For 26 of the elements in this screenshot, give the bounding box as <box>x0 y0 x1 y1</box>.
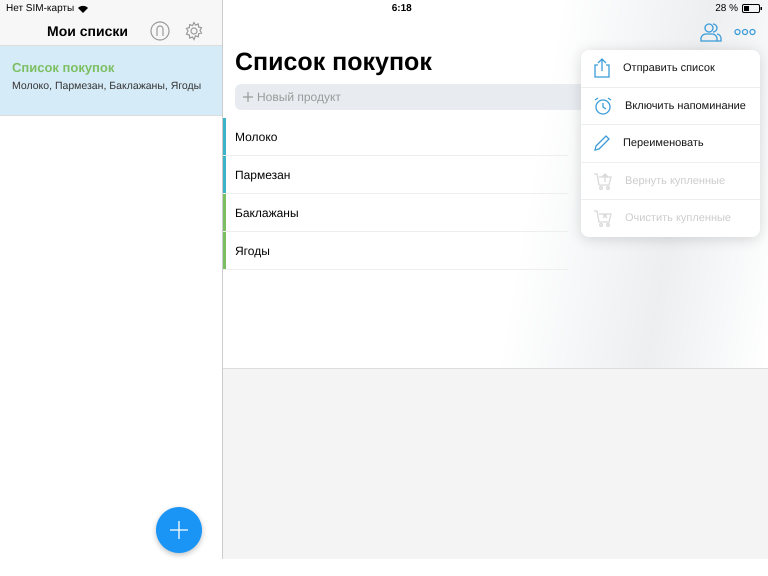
alarm-clock-icon <box>593 96 613 116</box>
cart-icon <box>593 208 613 228</box>
item-label[interactable]: Ягоды <box>226 244 270 258</box>
wifi-icon <box>78 4 88 12</box>
item-label[interactable]: Баклажаны <box>226 206 299 220</box>
list-entry[interactable]: Список покупок Молоко, Пармезан, Баклажаны, Ягоды <box>0 46 222 116</box>
menu-item[interactable]: Переименовать <box>581 125 760 162</box>
list-title: Список покупок <box>235 48 432 78</box>
pencil-icon <box>593 134 611 152</box>
plus-icon <box>169 520 189 540</box>
clock-time: 6:18 <box>392 3 412 14</box>
plus-icon <box>243 92 253 102</box>
battery-icon <box>742 4 762 13</box>
settings-icon[interactable] <box>184 21 204 41</box>
item-label[interactable]: Пармезан <box>226 168 290 182</box>
carrier-label: Нет SIM-карты <box>6 3 74 14</box>
share-icon <box>593 58 611 78</box>
menu-item[interactable]: Включить напоминание <box>581 88 760 125</box>
sidebar-title: Мои списки <box>47 23 128 39</box>
item-label[interactable]: Молоко <box>226 130 278 144</box>
more-icon[interactable] <box>734 28 756 36</box>
add-list-button[interactable] <box>156 507 202 553</box>
battery-percent: 28 % <box>715 3 738 14</box>
menu-item[interactable]: Отправить список <box>581 50 760 88</box>
cart-icon <box>593 170 613 191</box>
people-icon[interactable] <box>700 22 722 42</box>
